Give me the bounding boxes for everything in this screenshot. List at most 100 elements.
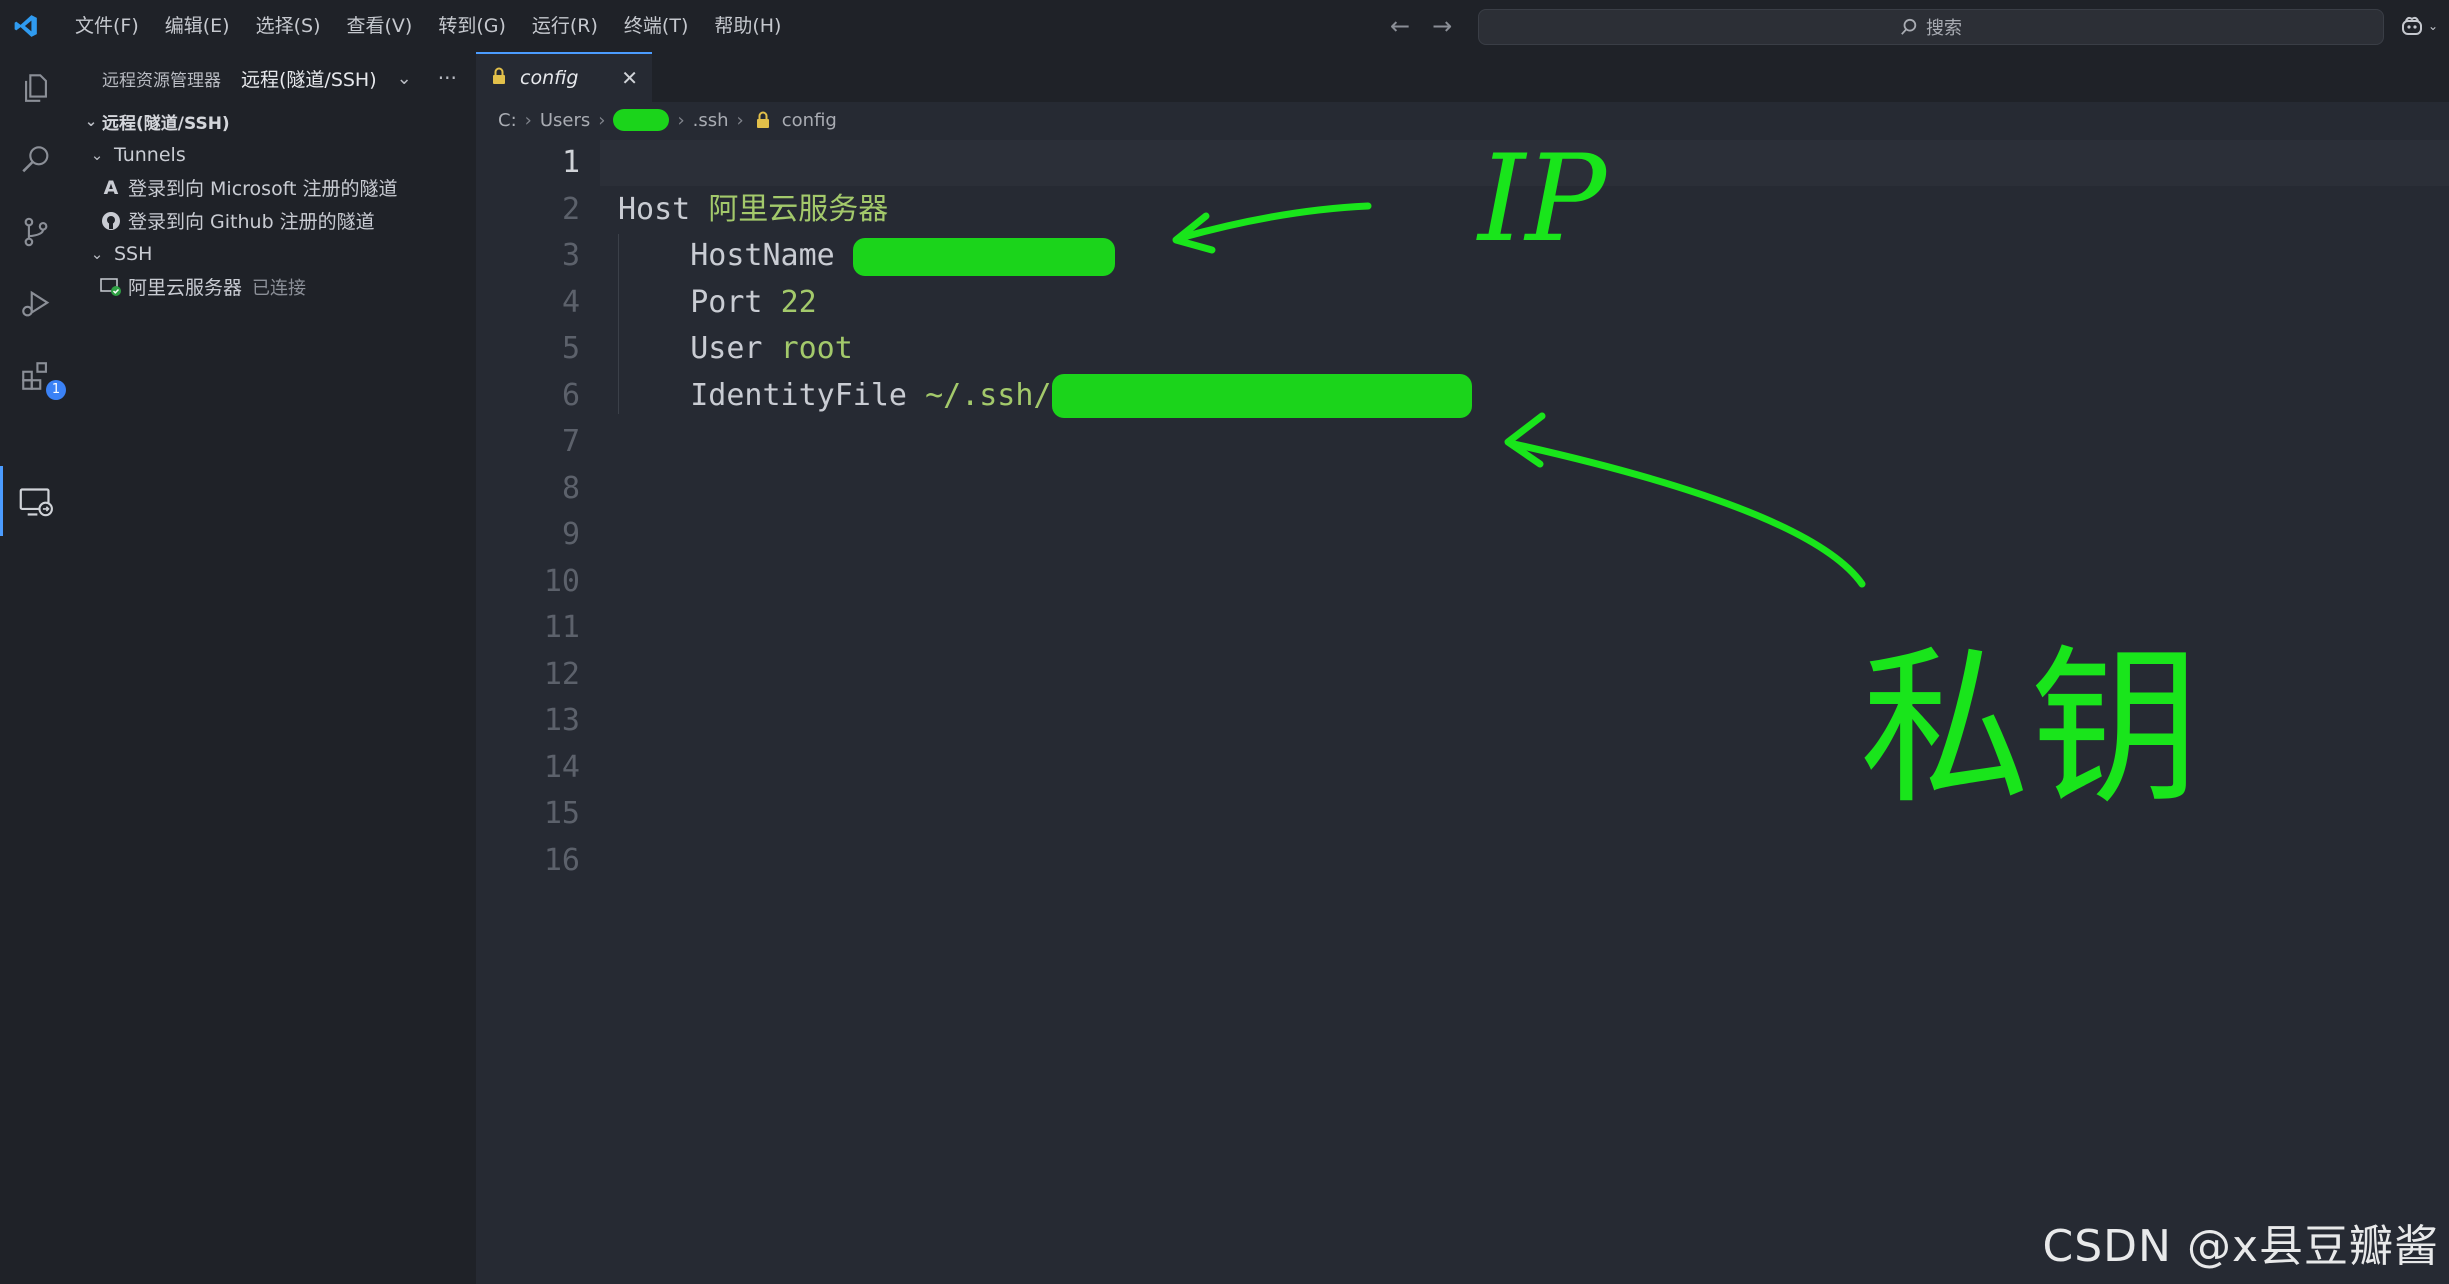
section-header[interactable]: ⌄ 远程(隧道/SSH) [72, 104, 476, 138]
keyword-user: User [690, 331, 763, 366]
back-arrow-icon[interactable]: ← [1390, 12, 1410, 40]
connected-remote-icon [100, 276, 122, 298]
search-icon[interactable] [14, 138, 58, 182]
line-number: 12 [543, 656, 580, 692]
keyword-host: Host [618, 191, 691, 227]
editor-tab-bar: config ✕ [476, 52, 2449, 102]
group-label: Tunnels [114, 143, 186, 166]
code-line: Port 22 [618, 280, 1472, 327]
vscode-logo-icon [0, 0, 52, 52]
menu-selection[interactable]: 选择(S) [243, 0, 334, 52]
line-number-gutter: 1 2 3 4 5 6 7 8 9 10 11 12 13 14 15 16 [476, 140, 586, 884]
search-label: 搜索 [1926, 18, 1962, 39]
line-number: 8 [561, 470, 580, 506]
chevron-right-icon: › [524, 109, 532, 131]
line-number: 4 [561, 284, 580, 320]
remote-explorer-sidebar: 远程资源管理器 远程(隧道/SSH) ⌄ ··· ⌄ 远程(隧道/SSH) ⌄ … [72, 52, 476, 1284]
remote-view-selector[interactable]: 远程(隧道/SSH) [241, 65, 377, 92]
section-title: 远程(隧道/SSH) [102, 113, 230, 134]
keyword-port: Port [690, 284, 763, 320]
line-number: 2 [561, 191, 580, 227]
line-number: 1 [561, 145, 580, 180]
menu-file[interactable]: 文件(F) [62, 0, 152, 52]
group-label: SSH [114, 242, 153, 265]
menu-bar: 文件(F) 编辑(E) 选择(S) 查看(V) 转到(G) 运行(R) 终端(T… [62, 0, 794, 52]
ip-arrow-icon [1172, 202, 1372, 254]
sidebar-title: 远程资源管理器 [102, 70, 221, 91]
code-line: User root [618, 326, 1472, 373]
remote-explorer-icon[interactable] [14, 480, 58, 524]
chevron-right-icon: › [677, 109, 685, 131]
menu-edit[interactable]: 编辑(E) [152, 0, 243, 52]
title-bar: 文件(F) 编辑(E) 选择(S) 查看(V) 转到(G) 运行(R) 终端(T… [0, 0, 2449, 52]
watermark: CSDN @x县豆瓣酱 [2042, 1221, 2439, 1272]
user-value: root [780, 331, 853, 366]
tree-group-tunnels[interactable]: ⌄ Tunnels [72, 138, 476, 171]
line-number: 15 [543, 796, 580, 831]
line-number: 16 [543, 842, 580, 878]
sidebar-header: 远程资源管理器 远程(隧道/SSH) ⌄ ··· [72, 52, 476, 104]
redaction-mark [852, 237, 1115, 276]
menu-go[interactable]: 转到(G) [425, 0, 519, 52]
chevron-down-icon[interactable]: ⌄ [397, 68, 412, 89]
lock-icon [756, 111, 770, 129]
search-icon [1901, 18, 1917, 35]
activity-bar: 1 [0, 52, 72, 1284]
close-icon[interactable]: ✕ [621, 66, 638, 90]
copilot-icon[interactable]: ⌄ [2400, 12, 2440, 40]
chevron-down-icon: ⌄ [84, 112, 98, 130]
chevron-down-icon: ⌄ [90, 244, 104, 263]
line-number: 5 [561, 331, 580, 366]
explorer-files-icon[interactable] [14, 66, 58, 110]
connection-status: 已连接 [252, 277, 307, 299]
menu-terminal[interactable]: 终端(T) [611, 0, 701, 52]
line-number: 9 [561, 517, 580, 552]
code-line: IdentityFile ~/.ssh/ [618, 373, 1472, 420]
lock-icon [492, 67, 506, 89]
line-number: 13 [543, 703, 580, 738]
azure-icon: A [103, 176, 119, 199]
chevron-down-icon: ⌄ [90, 145, 104, 164]
chevron-down-icon: ⌄ [2428, 19, 2439, 33]
tree-item-label: 登录到向 Github 注册的隧道 [128, 211, 375, 233]
command-center-search[interactable]: 搜索 [1478, 9, 2384, 45]
port-value: 22 [780, 284, 817, 320]
chevron-right-icon: › [598, 109, 606, 131]
navigation-arrows: ← → [1390, 0, 1452, 52]
host-value: 阿里云服务器 [708, 191, 889, 227]
line-number: 6 [561, 377, 580, 413]
menu-view[interactable]: 查看(V) [334, 0, 426, 52]
private-key-arrow-icon [1504, 412, 1866, 588]
line-number: 11 [543, 610, 580, 645]
tree-item-github-tunnel[interactable]: 登录到向 Github 注册的隧道 [72, 204, 476, 237]
extensions-icon[interactable]: 1 [14, 354, 66, 400]
menu-help[interactable]: 帮助(H) [701, 0, 794, 52]
menu-run[interactable]: 运行(R) [519, 0, 611, 52]
breadcrumb-users[interactable]: Users [540, 110, 590, 131]
tree-item-microsoft-tunnel[interactable]: A 登录到向 Microsoft 注册的隧道 [72, 171, 476, 204]
redaction-mark [613, 109, 670, 131]
more-actions-icon[interactable]: ··· [438, 66, 457, 90]
tree-item-ssh-host[interactable]: 阿里云服务器 已连接 [72, 270, 476, 303]
chevron-right-icon: › [736, 109, 744, 131]
breadcrumb-file[interactable]: config [782, 110, 837, 131]
line-number: 14 [543, 749, 580, 785]
breadcrumb-ssh[interactable]: .ssh [693, 110, 729, 131]
extensions-badge: 1 [46, 380, 66, 400]
line-number: 7 [561, 424, 580, 459]
breadcrumb-drive[interactable]: C: [498, 110, 517, 131]
tree-item-label: 登录到向 Microsoft 注册的隧道 [128, 178, 398, 200]
keyword-identityfile: IdentityFile [690, 377, 907, 413]
breadcrumb: C: › Users › › .ssh › config [476, 102, 2449, 138]
ip-annotation: IP [1478, 130, 1607, 269]
forward-arrow-icon[interactable]: → [1432, 12, 1452, 40]
run-debug-icon[interactable] [14, 282, 58, 326]
active-indicator [0, 466, 3, 536]
private-key-annotation: 私钥 [1860, 630, 2201, 828]
source-control-icon[interactable] [14, 210, 58, 254]
tab-config[interactable]: config ✕ [476, 52, 652, 102]
redaction-mark [1051, 374, 1472, 418]
line-number: 10 [543, 563, 580, 599]
tab-label: config [520, 67, 579, 89]
tree-group-ssh[interactable]: ⌄ SSH [72, 237, 476, 270]
